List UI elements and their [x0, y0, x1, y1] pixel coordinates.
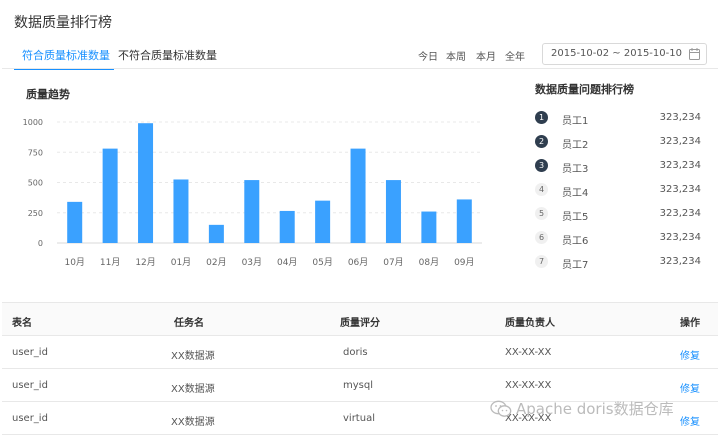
watermark: Apache doris数据仓库: [490, 398, 674, 419]
rank-value: 323,234: [659, 112, 701, 123]
bar: [67, 201, 83, 243]
x-tick-label: 01月: [171, 257, 191, 268]
rank-value: 323,234: [659, 160, 701, 171]
column-header-score: 质量评分: [340, 318, 380, 329]
rank-name: 员工1: [562, 116, 589, 127]
cell-owner: XX-XX-XX: [505, 380, 552, 391]
bar: [102, 148, 118, 243]
bar: [456, 199, 472, 243]
cell-task: XX数据源: [171, 384, 215, 395]
cell-score: doris: [343, 347, 368, 358]
y-tick-label: 250: [28, 209, 43, 218]
y-tick-label: 500: [28, 179, 43, 188]
ranking-title: 数据质量问题排行榜: [535, 83, 634, 96]
rank-name: 员工6: [562, 236, 589, 247]
ranking-item: 3 员工3 323,234: [535, 159, 705, 175]
wechat-logo-icon: [490, 400, 512, 417]
cell-task: XX数据源: [171, 417, 215, 428]
rank-badge: 6: [535, 231, 548, 244]
x-tick-label: 11月: [100, 257, 120, 268]
bar: [315, 200, 331, 243]
rank-badge: 3: [535, 159, 548, 172]
ranking-item: 4 员工4 323,234: [535, 183, 705, 199]
cell-task: XX数据源: [171, 351, 215, 362]
repair-link[interactable]: 修复: [680, 380, 700, 395]
cell-table: user_id: [12, 413, 48, 424]
rank-name: 员工5: [562, 212, 589, 223]
ranking-item: 2 员工2 323,234: [535, 135, 705, 151]
x-tick-label: 09月: [454, 257, 474, 268]
x-tick-label: 03月: [242, 257, 262, 268]
y-tick-label: 0: [38, 239, 43, 248]
rank-name: 员工2: [562, 140, 589, 151]
rank-value: 323,234: [659, 232, 701, 243]
bar: [244, 180, 260, 243]
rank-name: 员工7: [562, 260, 589, 271]
y-tick-label: 1000: [23, 118, 43, 127]
watermark-text: Apache doris数据仓库: [516, 400, 674, 418]
rank-name: 员工4: [562, 188, 589, 199]
x-tick-label: 06月: [348, 257, 368, 268]
ranking-item: 7 员工7 323,234: [535, 255, 705, 271]
repair-link[interactable]: 修复: [680, 413, 700, 428]
column-header-owner: 质量负责人: [505, 318, 555, 329]
bar: [279, 210, 295, 243]
rank-badge: 7: [535, 255, 548, 268]
y-tick-label: 750: [28, 148, 43, 157]
quality-issue-table: 表名 任务名 质量评分 质量负责人 操作 user_id XX数据源 doris…: [2, 302, 718, 443]
rank-badge: 5: [535, 207, 548, 220]
repair-link[interactable]: 修复: [680, 347, 700, 362]
rank-value: 323,234: [659, 136, 701, 147]
cell-table: user_id: [12, 347, 48, 358]
x-tick-label: 02月: [206, 257, 226, 268]
cell-score: virtual: [343, 413, 375, 424]
x-tick-label: 08月: [419, 257, 439, 268]
rank-badge: 2: [535, 135, 548, 148]
ranking-item: 5 员工5 323,234: [535, 207, 705, 223]
rank-name: 员工3: [562, 164, 589, 175]
bar: [350, 148, 366, 243]
bar: [385, 180, 401, 243]
x-tick-label: 12月: [135, 257, 155, 268]
rank-value: 323,234: [659, 184, 701, 195]
rank-badge: 4: [535, 183, 548, 196]
column-header-task: 任务名: [174, 318, 204, 329]
ranking-item: 1 员工1 323,234: [535, 111, 705, 127]
table-row: user_id XX数据源 doris XX-XX-XX 修复: [2, 336, 718, 369]
cell-score: mysql: [343, 380, 373, 391]
rank-value: 323,234: [659, 208, 701, 219]
cell-owner: XX-XX-XX: [505, 347, 552, 358]
table-header: 表名 任务名 质量评分 质量负责人 操作: [2, 302, 718, 336]
bar: [173, 179, 189, 243]
rank-badge: 1: [535, 111, 548, 124]
x-tick-label: 05月: [312, 257, 332, 268]
bar: [421, 211, 437, 243]
x-tick-label: 10月: [64, 257, 84, 268]
rank-value: 323,234: [659, 256, 701, 267]
x-tick-label: 07月: [383, 257, 403, 268]
x-tick-label: 04月: [277, 257, 297, 268]
column-header-table: 表名: [12, 318, 32, 329]
column-header-action: 操作: [680, 318, 700, 329]
cell-table: user_id: [12, 380, 48, 391]
bar: [208, 224, 224, 243]
bar: [138, 123, 154, 243]
ranking-item: 6 员工6 323,234: [535, 231, 705, 247]
